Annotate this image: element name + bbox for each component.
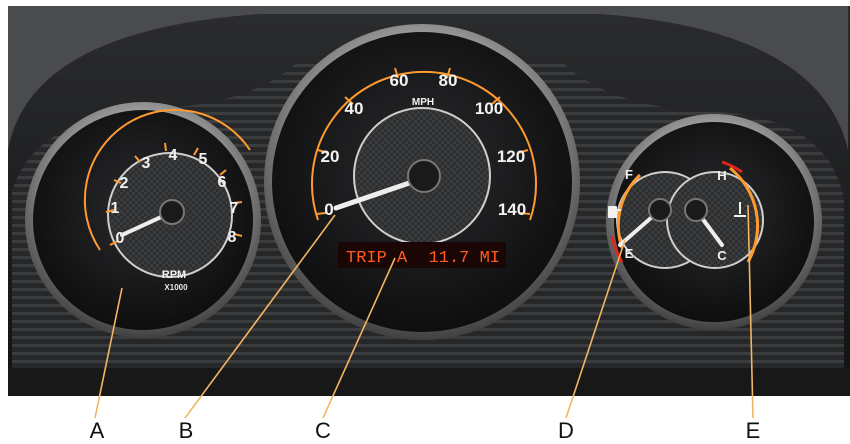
fuel-empty-label: E bbox=[625, 246, 634, 261]
speed-tick-20: 20 bbox=[321, 147, 340, 166]
speed-tick-120: 120 bbox=[497, 147, 525, 166]
tachometer: 0 1 2 3 4 5 6 7 8 RPM X1000 bbox=[25, 102, 261, 338]
callout-label-b: B bbox=[178, 418, 194, 443]
tach-tick-8: 8 bbox=[228, 229, 237, 246]
fuel-full-label: F bbox=[625, 167, 633, 182]
fuel-temp-gauge: F E H C bbox=[606, 114, 822, 330]
speedometer: 0 20 40 60 80 100 120 140 MPH TRIP A 11.… bbox=[264, 24, 580, 340]
speed-tick-100: 100 bbox=[475, 99, 503, 118]
speed-tick-60: 60 bbox=[390, 71, 409, 90]
speed-unit: MPH bbox=[412, 97, 434, 108]
callout-label-e: E bbox=[745, 418, 761, 443]
tach-tick-4: 4 bbox=[169, 147, 178, 164]
trip-label: TRIP A bbox=[346, 249, 408, 268]
callout-label-a: A bbox=[89, 418, 105, 443]
tach-multiplier: X1000 bbox=[164, 283, 188, 292]
lower-dash bbox=[8, 368, 850, 396]
speed-tick-80: 80 bbox=[439, 71, 458, 90]
tach-tick-6: 6 bbox=[218, 174, 227, 191]
tach-tick-1: 1 bbox=[111, 200, 120, 217]
tach-unit: RPM bbox=[162, 269, 186, 281]
trip-value: 11.7 MI bbox=[429, 249, 500, 268]
speed-tick-140: 140 bbox=[498, 200, 526, 219]
tach-tick-7: 7 bbox=[230, 200, 239, 217]
speed-tick-0: 0 bbox=[324, 200, 333, 219]
tach-tick-2: 2 bbox=[120, 175, 129, 192]
callout-label-d: D bbox=[558, 418, 574, 443]
instrument-cluster-photo: 0 1 2 3 4 5 6 7 8 RPM X1000 F E H C 0 20… bbox=[8, 6, 850, 419]
speed-tick-40: 40 bbox=[345, 99, 364, 118]
tach-tick-3: 3 bbox=[142, 155, 151, 172]
tach-tick-5: 5 bbox=[199, 151, 208, 168]
callout-label-c: C bbox=[315, 418, 331, 443]
temp-cold-label: C bbox=[717, 248, 727, 263]
temp-hot-label: H bbox=[717, 168, 726, 183]
